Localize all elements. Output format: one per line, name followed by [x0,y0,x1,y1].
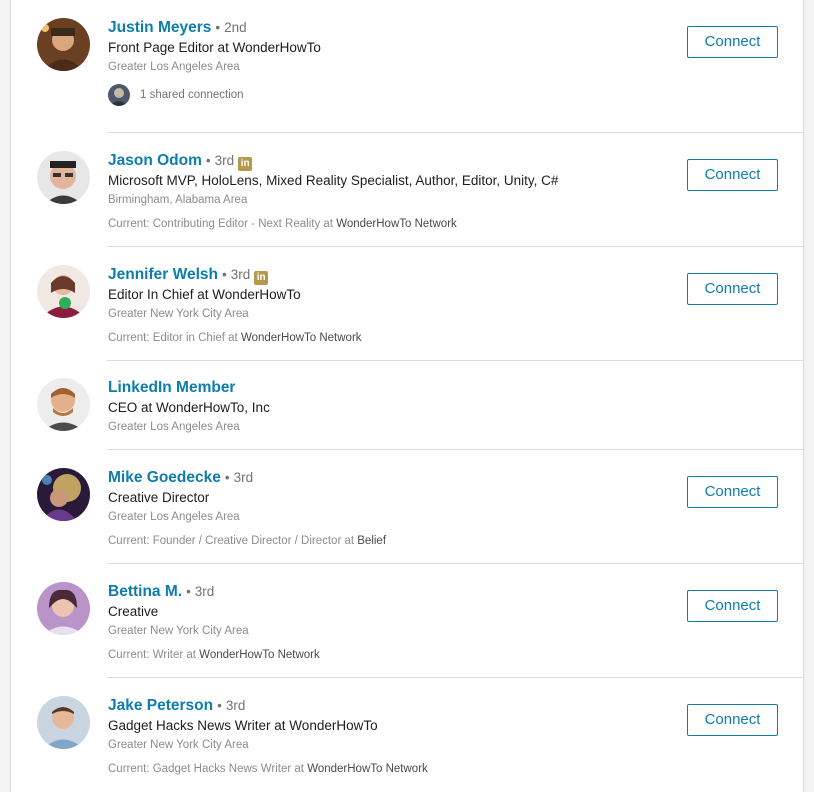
profile-location: Greater New York City Area [108,739,249,751]
connect-button[interactable]: Connect [687,590,778,622]
profile-location: Birmingham, Alabama Area [108,194,248,206]
current-org: WonderHowTo Network [240,332,362,344]
profile-name-link[interactable]: Mike Goedecke [108,469,221,486]
shared-connections[interactable]: 1 shared connection [108,84,244,106]
current-org: WonderHowTo Network [307,763,428,775]
result-item: Jason Odom • 3rd in Microsoft MVP, HoloLens… [11,133,803,247]
search-results-card: Justin Meyers • 2nd Front Page Editor at W… [10,0,804,792]
name-line: Jason Odom • 3rd in [108,151,253,171]
avatar[interactable] [37,696,90,749]
avatar[interactable] [37,18,90,71]
name-line: Justin Meyers • 2nd [108,18,247,38]
current-position: Current: Contributing Editor - Next Real… [108,218,457,230]
profile-location: Greater Los Angeles Area [108,511,240,523]
current-org: Belief [357,535,387,547]
result-item: LinkedIn Member CEO at WonderHowTo, Inc … [11,361,803,450]
profile-headline: Editor In Chief at WonderHowTo [108,287,301,302]
avatar[interactable] [37,378,90,431]
profile-location: Greater Los Angeles Area [108,421,240,433]
current-position: Current: Founder / Creative Director / D… [108,535,387,547]
profile-headline: CEO at WonderHowTo, Inc [108,400,270,415]
avatar[interactable] [37,151,90,204]
result-item: Mike Goedecke • 3rd Creative Director Grea… [11,450,803,564]
profile-headline: Front Page Editor at WonderHowTo [108,40,321,55]
avatar[interactable] [37,265,90,318]
profile-headline: Creative [108,604,159,619]
result-item: Jake Peterson • 3rd Gadget Hacks News Writ… [11,678,803,792]
name-line: LinkedIn Member [108,378,235,398]
profile-headline: Microsoft MVP, HoloLens, Mixed Reality S… [108,173,559,188]
profile-name-link[interactable]: Bettina M. [108,583,182,600]
connection-degree: • 3rd [186,584,215,599]
connect-button[interactable]: Connect [687,704,778,736]
profile-name-link[interactable]: Jake Peterson [108,697,213,714]
name-line: Mike Goedecke • 3rd [108,468,253,488]
profile-name-link[interactable]: Jason Odom [108,152,202,169]
profile-name-link[interactable]: Justin Meyers [108,19,211,36]
connection-degree: • 3rd [224,470,254,485]
shared-connection-avatar [108,84,130,106]
profile-location: Greater New York City Area [108,625,249,637]
linkedin-premium-icon: in [254,271,269,285]
shared-connections-label: 1 shared connection [140,89,244,101]
current-position: Current: Gadget Hacks News Writer at Won… [108,763,428,775]
current-org: WonderHowTo Network [199,649,320,661]
result-item: Jennifer Welsh • 3rd in Editor In Chief at … [11,247,803,361]
current-position: Current: Editor in Chief at WonderHowTo … [108,332,362,344]
profile-name-link[interactable]: LinkedIn Member [108,379,235,396]
connection-degree: • 3rd [205,153,235,168]
connection-degree: • 3rd [221,267,251,282]
connect-button[interactable]: Connect [687,159,778,191]
current-org: WonderHowTo Network [336,218,457,230]
avatar[interactable] [37,582,90,635]
profile-headline: Creative Director [108,490,210,505]
name-line: Jennifer Welsh • 3rd in [108,265,269,285]
profile-headline: Gadget Hacks News Writer at WonderHowTo [108,718,378,733]
connection-degree: • 3rd [217,698,246,713]
profile-name-link[interactable]: Jennifer Welsh [108,266,218,283]
connection-degree: • 2nd [215,20,247,35]
name-line: Bettina M. • 3rd [108,582,214,602]
linkedin-premium-icon: in [238,157,253,171]
profile-location: Greater Los Angeles Area [108,61,240,73]
name-line: Jake Peterson • 3rd [108,696,245,716]
profile-location: Greater New York City Area [108,308,249,320]
avatar[interactable] [37,468,90,521]
connect-button[interactable]: Connect [687,26,778,58]
result-item: Bettina M. • 3rd Creative Greater New York… [11,564,803,678]
current-position: Current: Writer at WonderHowTo Network [108,649,320,661]
connect-button[interactable]: Connect [687,273,778,305]
connect-button[interactable]: Connect [687,476,778,508]
result-item: Justin Meyers • 2nd Front Page Editor at W… [11,0,803,133]
